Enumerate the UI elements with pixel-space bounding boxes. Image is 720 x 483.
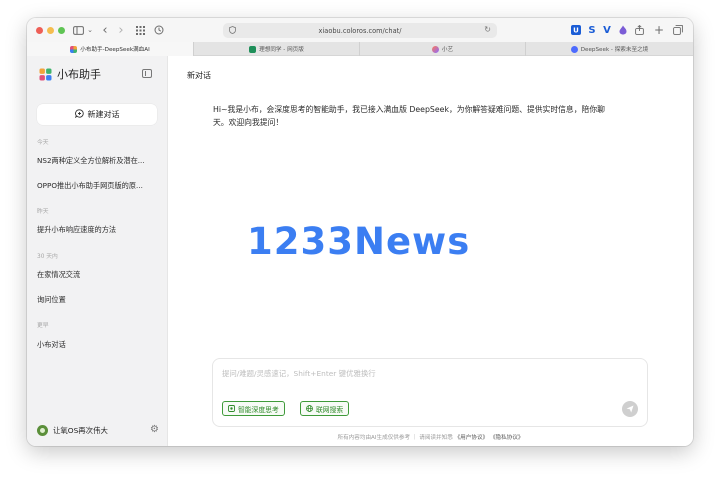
extension-flame-icon[interactable] xyxy=(617,22,629,38)
user-name: 让氧OS再次伟大 xyxy=(53,425,108,435)
web-search-toggle[interactable]: 联网搜索 xyxy=(300,401,350,416)
conversation-item[interactable]: OPPO推出小布助手网页版的原... xyxy=(37,181,161,191)
extension-v-icon[interactable]: V xyxy=(601,22,613,38)
lixiang-favicon-icon xyxy=(249,45,257,53)
deep-think-label: 智能深度思考 xyxy=(238,405,279,414)
conversation-item[interactable]: 提升小布响应速度的方法 xyxy=(37,225,161,235)
group-label-today: 今天 xyxy=(37,140,49,146)
conversation-item[interactable]: 询问位置 xyxy=(37,295,161,305)
tab-strip: 小布助手-DeepSeek满血AI 理想同学 - 网页版 小艺 DeepSeek… xyxy=(27,42,693,56)
password-manager-icon[interactable]: U xyxy=(570,22,582,38)
xiaoyi-favicon-icon xyxy=(431,45,439,53)
deepseek-whale-icon xyxy=(570,45,578,53)
tab-label: DeepSeek - 探索未至之境 xyxy=(580,47,649,53)
url-text: xiaobu.coloros.com/chat/ xyxy=(318,26,402,35)
collapse-sidebar-icon[interactable] xyxy=(142,69,152,78)
conversation-item[interactable]: NS2两种定义全方位解析及潜在... xyxy=(37,156,161,166)
svg-text:U: U xyxy=(573,27,579,35)
chat-main: 新对话 Hi~我是小布，会深度思考的智能助手，我已接入满血版 DeepSeek，… xyxy=(168,56,693,446)
watermark: 1233News xyxy=(247,220,471,263)
footer-text: 所有内容均由AI生成仅供参考 ｜ 请阅读并知悉 xyxy=(337,435,453,441)
brand-name: 小布助手 xyxy=(57,68,101,81)
new-chat-button[interactable]: 新建对话 xyxy=(37,104,157,125)
reload-icon[interactable]: ↻ xyxy=(484,25,491,34)
zoom-window-button[interactable] xyxy=(58,27,65,34)
user-profile[interactable]: 让氧OS再次伟大 ⚙ xyxy=(37,423,159,437)
back-arrow-icon[interactable]: ‹ xyxy=(99,22,111,38)
send-icon xyxy=(626,405,634,413)
group-label-yesterday: 昨天 xyxy=(37,209,49,215)
close-window-button[interactable] xyxy=(36,27,43,34)
history-clock-icon[interactable] xyxy=(153,22,165,38)
minimize-window-button[interactable] xyxy=(47,27,54,34)
chat-input-box[interactable]: 提问/难题/灵感速记，Shift+Enter 键优雅换行 智能深度思考 联网搜索 xyxy=(212,358,648,427)
send-button[interactable] xyxy=(622,401,638,417)
tab-label: 小布助手-DeepSeek满血AI xyxy=(80,47,150,53)
brain-icon xyxy=(228,405,235,412)
grid-icon[interactable] xyxy=(134,22,146,38)
conversation-item[interactable]: 在家情况交流 xyxy=(37,270,161,280)
share-icon[interactable] xyxy=(633,22,645,38)
group-label-earlier: 更早 xyxy=(37,323,49,329)
tab-label: 理想同学 - 网页版 xyxy=(259,47,304,53)
privacy-policy-link[interactable]: 《隐私协议》 xyxy=(490,435,524,441)
web-search-label: 联网搜索 xyxy=(316,405,344,414)
new-tab-icon[interactable]: + xyxy=(653,22,665,38)
footer-disclaimer: 所有内容均由AI生成仅供参考 ｜ 请阅读并知悉 《用户协议》 《隐私协议》 xyxy=(168,433,693,441)
tab-label: 小艺 xyxy=(441,47,454,53)
chat-input-placeholder[interactable]: 提问/难题/灵感速记，Shift+Enter 键优雅换行 xyxy=(222,368,376,379)
tab-lixiang[interactable]: 理想同学 - 网页版 xyxy=(193,42,359,56)
shield-icon xyxy=(229,26,236,36)
xiaobu-favicon-icon xyxy=(70,45,78,53)
tab-xiaobu[interactable]: 小布助手-DeepSeek满血AI xyxy=(27,42,193,56)
forward-arrow-icon[interactable]: › xyxy=(115,22,127,38)
user-agreement-link[interactable]: 《用户协议》 xyxy=(455,435,489,441)
browser-window: ⌄ ‹ › xiaobu.coloros.com/chat/ ↻ U S V + xyxy=(27,18,693,446)
tab-overview-icon[interactable] xyxy=(672,22,684,38)
group-label-30-days: 30 天内 xyxy=(37,254,58,260)
settings-gear-icon[interactable]: ⚙ xyxy=(150,424,159,435)
new-chat-label: 新建对话 xyxy=(87,110,120,119)
extension-s-icon[interactable]: S xyxy=(586,22,598,38)
tab-xiaoyi[interactable]: 小艺 xyxy=(359,42,525,56)
xiaobu-logo-icon xyxy=(39,68,52,81)
deep-think-toggle[interactable]: 智能深度思考 xyxy=(222,401,285,416)
globe-icon xyxy=(306,405,313,412)
avatar xyxy=(37,424,48,436)
address-bar[interactable]: xiaobu.coloros.com/chat/ ↻ xyxy=(223,23,497,38)
tab-deepseek[interactable]: DeepSeek - 探索未至之境 xyxy=(525,42,693,56)
sidebar: 小布助手 新建对话 今天 NS2两种定义全方位解析及潜在... OPPO推出小布… xyxy=(27,56,168,446)
new-chat-icon xyxy=(74,109,84,120)
assistant-greeting: Hi~我是小布，会深度思考的智能助手，我已接入满血版 DeepSeek，为你解答… xyxy=(213,105,605,127)
conversation-item[interactable]: 小布对话 xyxy=(37,340,161,350)
page-title: 新对话 xyxy=(187,71,211,80)
chevron-down-icon[interactable]: ⌄ xyxy=(86,22,94,38)
browser-toolbar: ⌄ ‹ › xiaobu.coloros.com/chat/ ↻ U S V + xyxy=(27,18,693,42)
sidebar-toggle-icon[interactable] xyxy=(71,22,85,38)
